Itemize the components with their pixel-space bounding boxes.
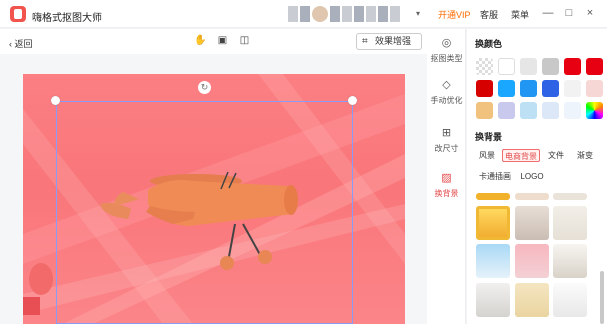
resize-icon: ⊞ <box>441 127 452 139</box>
color-gray[interactable] <box>542 58 559 75</box>
tab-file[interactable]: 文件 <box>545 149 567 162</box>
bg-thumb[interactable] <box>515 283 549 317</box>
tab-gradient[interactable]: 渐变 <box>574 149 596 162</box>
bg-thumb[interactable] <box>476 206 510 240</box>
bg-thumb[interactable] <box>476 283 510 317</box>
tab-ecommerce[interactable]: 电商背景 <box>502 149 540 162</box>
color-offwhite[interactable] <box>564 80 581 97</box>
editor-toolbar: ‹ 返回 ✋ ▣ ◫ ⌗ 效果增强 <box>0 29 427 54</box>
bg-thumb[interactable] <box>515 244 549 278</box>
customer-service-button[interactable]: 客服 <box>480 8 498 21</box>
maximize-button[interactable]: □ <box>561 5 577 21</box>
right-panel: 换颜色 换背景 风景 电商背景 文件 渐变 卡通插画 LOGO <box>467 29 607 324</box>
bg-thumb[interactable] <box>553 244 587 278</box>
hand-icon[interactable]: ✋ <box>194 34 207 47</box>
color-lightgray[interactable] <box>520 58 537 75</box>
chevron-down-icon[interactable]: ▾ <box>416 9 420 18</box>
bg-thumb[interactable] <box>515 193 549 200</box>
color-white[interactable] <box>498 58 515 75</box>
enhance-icon: ⌗ <box>362 36 368 47</box>
toggle-icon: ◎ <box>441 37 452 49</box>
menu-button[interactable]: 菜单 <box>511 8 529 21</box>
tab-scenery[interactable]: 风景 <box>476 149 498 162</box>
rotate-icon[interactable]: ↻ <box>198 81 211 94</box>
color-paleblue2[interactable] <box>564 102 581 119</box>
canvas-image: ↻ <box>23 74 405 324</box>
square-icon[interactable]: ▣ <box>216 34 229 47</box>
bg-thumb[interactable] <box>553 283 587 317</box>
tool-manual-edit[interactable]: ◇ 手动优化 <box>427 79 466 106</box>
color-darkred[interactable] <box>476 80 493 97</box>
color-red2[interactable] <box>586 58 603 75</box>
background-section-title: 换背景 <box>475 132 503 142</box>
resize-handle[interactable] <box>348 96 357 105</box>
resize-handle[interactable] <box>51 96 60 105</box>
bg-thumb[interactable] <box>476 193 510 200</box>
tool-sidebar: ◎ 抠图类型 ◇ 手动优化 ⊞ 改尺寸 ▨ 换背景 <box>427 29 466 324</box>
bg-thumb[interactable] <box>476 244 510 278</box>
color-orange[interactable] <box>476 102 493 119</box>
bg-thumb[interactable] <box>553 193 587 200</box>
title-bar: 嗨格式抠图大师 ▾ 开通VIP 客服 菜单 — □ × <box>0 0 607 28</box>
color-cyan[interactable] <box>498 80 515 97</box>
eraser-icon: ◇ <box>442 79 451 91</box>
color-paleblue[interactable] <box>542 102 559 119</box>
tool-change-background[interactable]: ▨ 换背景 <box>427 172 466 199</box>
vip-button[interactable]: 开通VIP <box>438 8 471 21</box>
color-royalblue[interactable] <box>542 80 559 97</box>
tool-cutout-type[interactable]: ◎ 抠图类型 <box>427 37 466 64</box>
user-area[interactable] <box>288 6 400 22</box>
color-pink[interactable] <box>586 80 603 97</box>
app-logo <box>10 6 26 22</box>
tool-resize[interactable]: ⊞ 改尺寸 <box>427 127 466 154</box>
color-skyblue[interactable] <box>520 102 537 119</box>
canvas-tools: ✋ ▣ ◫ <box>194 34 251 47</box>
tab-logo[interactable]: LOGO <box>518 170 546 183</box>
color-transparent[interactable] <box>476 58 493 75</box>
app-title: 嗨格式抠图大师 <box>32 13 102 24</box>
compare-icon[interactable]: ◫ <box>238 34 251 47</box>
color-section-title: 换颜色 <box>475 39 503 49</box>
selection-box[interactable] <box>56 101 353 324</box>
minimize-button[interactable]: — <box>540 5 556 21</box>
color-blue[interactable] <box>520 80 537 97</box>
chevron-left-icon: ‹ <box>9 39 12 49</box>
back-button[interactable]: ‹ 返回 <box>9 37 33 50</box>
close-button[interactable]: × <box>582 5 598 21</box>
color-red[interactable] <box>564 58 581 75</box>
scrollbar[interactable] <box>600 271 604 324</box>
bg-thumb[interactable] <box>515 206 549 240</box>
color-lavender[interactable] <box>498 102 515 119</box>
canvas-area: ↻ <box>0 54 427 324</box>
color-gradient[interactable] <box>586 102 603 119</box>
bg-thumb[interactable] <box>553 206 587 240</box>
enhance-button[interactable]: ⌗ 效果增强 <box>356 33 422 50</box>
tab-cartoon[interactable]: 卡通插画 <box>476 170 514 183</box>
background-icon: ▨ <box>441 172 452 184</box>
